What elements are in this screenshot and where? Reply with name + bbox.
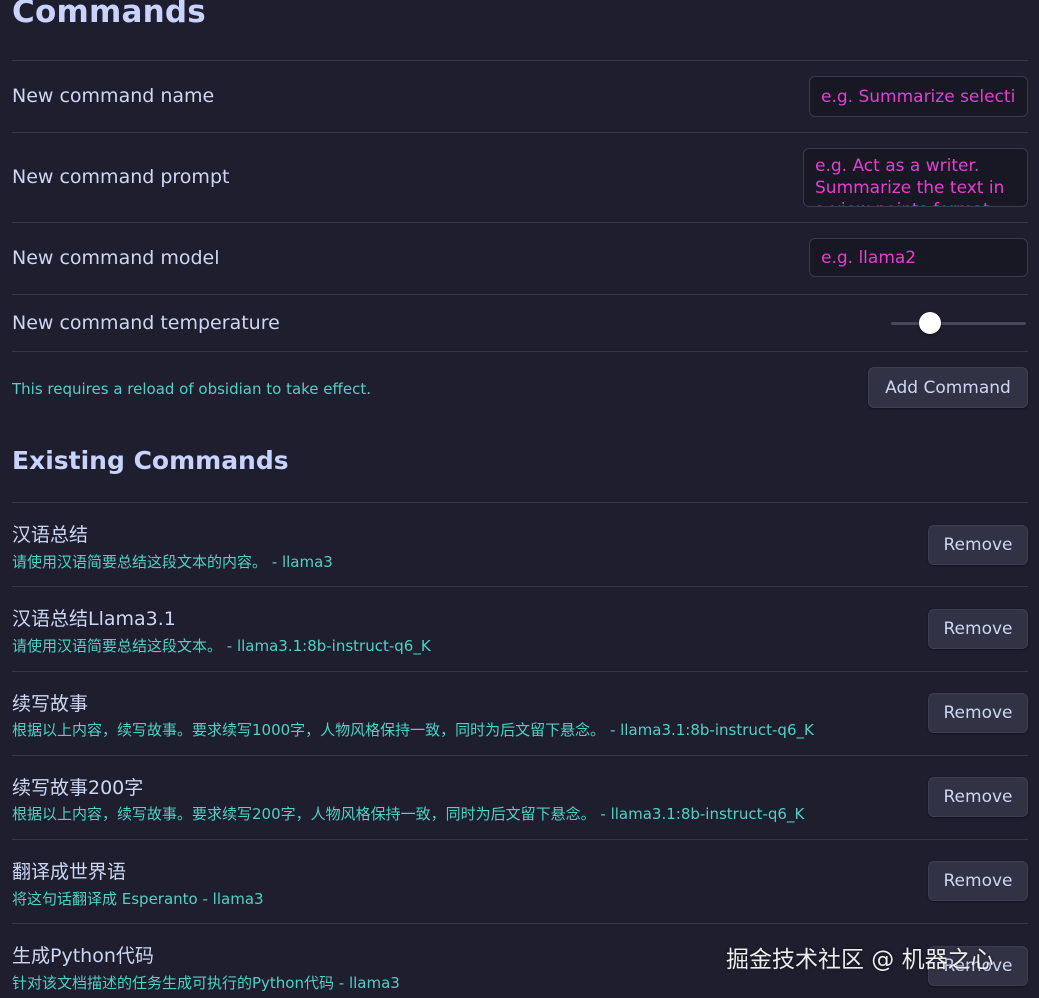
reload-note: This requires a reload of obsidian to ta… (12, 380, 371, 398)
command-description: 将这句话翻译成 Esperanto - llama3 (12, 890, 264, 908)
existing-commands-heading: Existing Commands (12, 446, 289, 475)
command-description: 根据以上内容，续写故事。要求续写1000字，人物风格保持一致，同时为后文留下悬念… (12, 721, 814, 739)
command-prompt-textarea[interactable] (803, 148, 1028, 207)
divider (12, 351, 1028, 352)
divider (12, 222, 1028, 223)
temperature-slider[interactable] (891, 311, 1026, 335)
slider-thumb[interactable] (919, 312, 941, 334)
slider-track (891, 322, 1026, 325)
command-description: 根据以上内容，续写故事。要求续写200字，人物风格保持一致，同时为后文留下悬念。… (12, 805, 805, 823)
divider (12, 923, 1028, 924)
command-name: 生成Python代码 (12, 945, 154, 967)
remove-button[interactable]: Remove (928, 525, 1028, 565)
divider (12, 839, 1028, 840)
command-description: 针对该文档描述的任务生成可执行的Python代码 - llama3 (12, 974, 400, 992)
page-title: Commands (12, 0, 206, 30)
divider (12, 671, 1028, 672)
command-name: 续写故事200字 (12, 777, 144, 799)
command-name: 汉语总结Llama3.1 (12, 608, 176, 630)
command-name-input[interactable] (809, 76, 1028, 117)
command-name: 续写故事 (12, 693, 89, 715)
command-name: 翻译成世界语 (12, 861, 127, 883)
remove-button[interactable]: Remove (928, 693, 1028, 733)
command-name: 汉语总结 (12, 524, 89, 546)
divider (12, 586, 1028, 587)
temperature-label: New command temperature (12, 312, 280, 334)
remove-button[interactable]: Remove (928, 777, 1028, 817)
remove-button[interactable]: Remove (928, 861, 1028, 901)
remove-button[interactable]: Remove (928, 609, 1028, 649)
divider (12, 294, 1028, 295)
command-description: 请使用汉语简要总结这段文本的内容。 - llama3 (12, 553, 333, 571)
model-label: New command model (12, 247, 220, 269)
command-description: 请使用汉语简要总结这段文本。 - llama3.1:8b-instruct-q6… (12, 637, 431, 655)
prompt-label: New command prompt (12, 166, 230, 188)
divider (12, 502, 1028, 503)
divider (12, 132, 1028, 133)
settings-page: Commands New command name New command pr… (0, 0, 1039, 998)
watermark: 掘金技术社区 @ 机器之心 (726, 947, 994, 973)
divider (12, 755, 1028, 756)
add-command-button[interactable]: Add Command (868, 367, 1028, 408)
divider (12, 60, 1028, 61)
name-label: New command name (12, 85, 215, 107)
command-model-input[interactable] (809, 238, 1028, 277)
